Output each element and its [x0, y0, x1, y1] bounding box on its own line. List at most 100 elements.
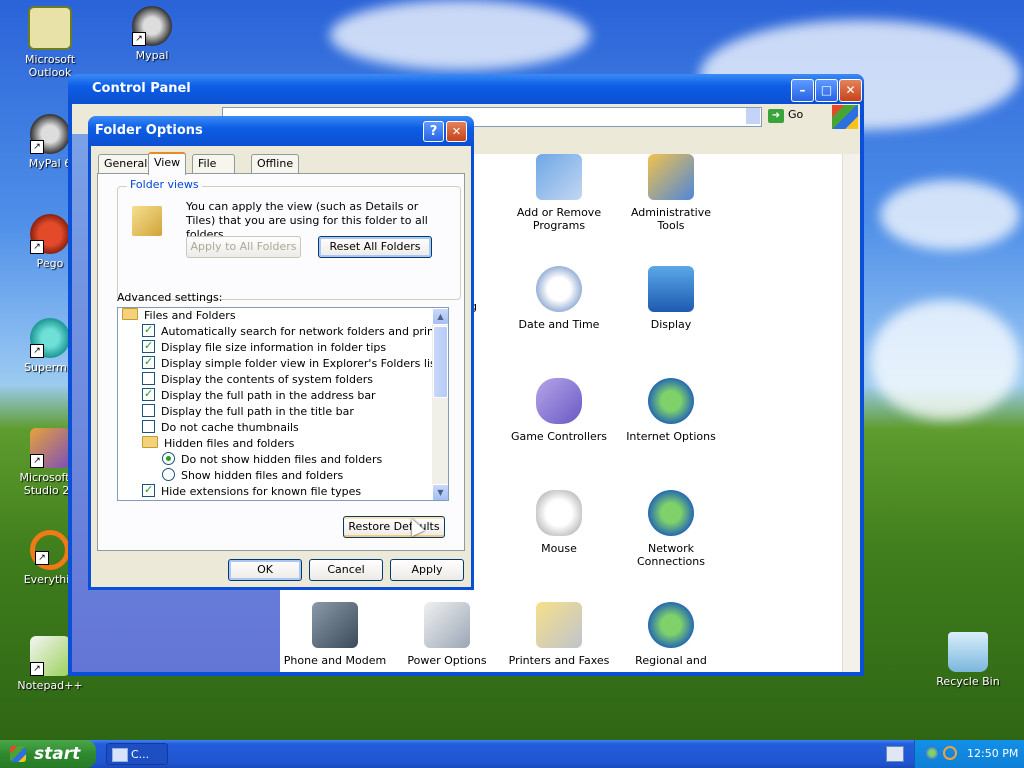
address-dropdown-button[interactable]	[746, 108, 760, 124]
go-button[interactable]: ➜ Go	[768, 108, 803, 123]
windows-logo-icon	[832, 105, 858, 129]
cp-item-game-controllers[interactable]: Game Controllers	[504, 378, 614, 443]
raccoon-icon: ↗	[132, 6, 172, 46]
list-item-checkbox[interactable]: Hide extensions for known file types	[142, 482, 361, 500]
sky-cloud	[880, 180, 1020, 250]
folder-options-titlebar[interactable]: Folder Options ? ✕	[88, 116, 474, 146]
restore-defaults-button[interactable]: Restore Defaults	[343, 516, 445, 538]
cp-item-network[interactable]: Network Connections	[616, 490, 726, 568]
checkbox[interactable]	[142, 372, 155, 385]
desktop-icon-recycle-bin[interactable]: Recycle Bin	[926, 632, 1010, 688]
desktop-icon-label: Notepad++	[17, 679, 83, 692]
start-label: start	[34, 744, 81, 764]
list-item-checkbox[interactable]: Display the full path in the title bar	[142, 404, 354, 420]
display-icon	[648, 266, 694, 312]
checkbox[interactable]	[142, 338, 155, 354]
reset-all-folders-button[interactable]: Reset All Folders	[318, 236, 432, 258]
dialog-close-button[interactable]: ✕	[446, 121, 467, 142]
search-tray-icon[interactable]	[943, 746, 957, 760]
clock: 12:50 PM	[967, 747, 1019, 760]
button-label: Reset All Folders	[329, 240, 421, 253]
scroll-thumb[interactable]	[433, 326, 448, 398]
desktop-icon-mypal[interactable]: ↗ Mypal	[110, 6, 194, 62]
keyboard-icon[interactable]	[886, 746, 904, 762]
outlook-icon	[28, 6, 72, 50]
cp-item-mouse[interactable]: Mouse	[504, 490, 614, 555]
cp-item-regional[interactable]: Regional and	[616, 602, 726, 667]
checkbox[interactable]	[142, 420, 155, 433]
desktop-icon-label: Mypal	[135, 49, 169, 62]
taskbar: start C... 12:50 PM	[0, 740, 1024, 768]
radio-button[interactable]	[162, 468, 175, 481]
visual-studio-icon: ↗	[30, 428, 70, 468]
list-item-checkbox[interactable]: Display the full path in the address bar	[142, 386, 376, 404]
printer-icon	[536, 602, 582, 648]
start-button[interactable]: start	[0, 740, 96, 768]
apply-button[interactable]: Apply	[390, 559, 464, 581]
button-label: OK	[257, 563, 273, 576]
scroll-down-button[interactable]: ▼	[432, 484, 448, 500]
list-item-folder: Hidden files and folders	[142, 436, 294, 452]
list-item-label: Display simple folder view in Explorer's…	[161, 357, 441, 370]
cp-item-label: Display	[650, 318, 692, 331]
cp-item-display[interactable]: Display	[616, 266, 726, 331]
desktop-icon-label: Microsoft Outlook	[24, 53, 76, 79]
checkbox[interactable]	[142, 386, 155, 402]
list-item-label: Files and Folders	[144, 309, 236, 322]
help-button[interactable]: ?	[423, 121, 444, 142]
tab-label: View	[154, 156, 181, 169]
taskbar-item-label: C...	[131, 748, 150, 761]
tab-file-types[interactable]: File Types	[192, 154, 235, 188]
list-item-checkbox[interactable]: Display file size information in folder …	[142, 338, 386, 356]
recycle-bin-icon	[948, 632, 988, 672]
list-item-checkbox[interactable]: Automatically search for network folders…	[142, 322, 448, 340]
scroll-up-button[interactable]: ▲	[432, 308, 448, 325]
button-label: Apply to All Folders	[190, 240, 297, 253]
checkbox[interactable]	[142, 322, 155, 338]
apply-to-all-folders-button[interactable]: Apply to All Folders	[186, 236, 301, 258]
cp-item-label: Regional and	[635, 654, 707, 667]
cp-item-label: Game Controllers	[510, 430, 608, 443]
cp-item-internet-options[interactable]: Internet Options	[616, 378, 726, 443]
advanced-settings-list[interactable]: Files and Folders Automatically search f…	[117, 307, 449, 501]
cp-item-admin-tools[interactable]: Administrative Tools	[616, 154, 726, 232]
advanced-settings-scrollbar[interactable]: ▲ ▼	[432, 308, 448, 500]
taskbar-item-control-panel[interactable]: C...	[106, 743, 168, 765]
clock-icon	[536, 266, 582, 312]
control-panel-titlebar[interactable]: Control Panel – □ ✕	[68, 74, 864, 104]
ok-button[interactable]: OK	[228, 559, 302, 581]
cp-item-power[interactable]: Power Options	[392, 602, 502, 667]
list-item-checkbox[interactable]: Display simple folder view in Explorer's…	[142, 354, 441, 372]
list-item-label: Display the contents of system folders	[161, 373, 373, 386]
tab-general[interactable]: General	[98, 154, 154, 173]
sky-cloud	[870, 300, 1020, 420]
cancel-button[interactable]: Cancel	[309, 559, 383, 581]
network-tray-icon[interactable]	[925, 746, 939, 760]
network-globe-icon	[648, 490, 694, 536]
cp-item-date-time[interactable]: Date and Time	[504, 266, 614, 331]
minimize-button[interactable]: –	[791, 79, 814, 102]
phone-icon	[312, 602, 358, 648]
list-item-checkbox[interactable]: Display the contents of system folders	[142, 372, 373, 388]
cp-item-add-remove[interactable]: Add or Remove Programs	[504, 154, 614, 232]
tab-offline-files[interactable]: Offline Files	[251, 154, 300, 188]
cp-item-phone-modem[interactable]: Phone and Modem	[280, 602, 390, 667]
radio-button[interactable]	[162, 452, 175, 465]
list-item-radio[interactable]: Do not show hidden files and folders	[162, 452, 382, 468]
checkbox[interactable]	[142, 404, 155, 417]
window-icon	[112, 748, 128, 762]
list-item-label: Show hidden files and folders	[181, 469, 344, 482]
desktop-icon-outlook[interactable]: Microsoft Outlook	[8, 6, 92, 79]
list-item-radio[interactable]: Show hidden files and folders	[162, 468, 343, 484]
mouse-icon	[536, 490, 582, 536]
cp-item-printers[interactable]: Printers and Faxes	[504, 602, 614, 667]
list-item-checkbox[interactable]: Do not cache thumbnails	[142, 420, 299, 436]
maximize-button[interactable]: □	[815, 79, 838, 102]
checkbox[interactable]	[142, 482, 155, 498]
close-button[interactable]: ✕	[839, 79, 862, 102]
add-remove-programs-icon	[536, 154, 582, 200]
tab-view[interactable]: View	[148, 152, 187, 175]
checkbox[interactable]	[142, 354, 155, 370]
sky-cloud	[330, 0, 590, 70]
content-scrollbar[interactable]	[842, 154, 860, 672]
